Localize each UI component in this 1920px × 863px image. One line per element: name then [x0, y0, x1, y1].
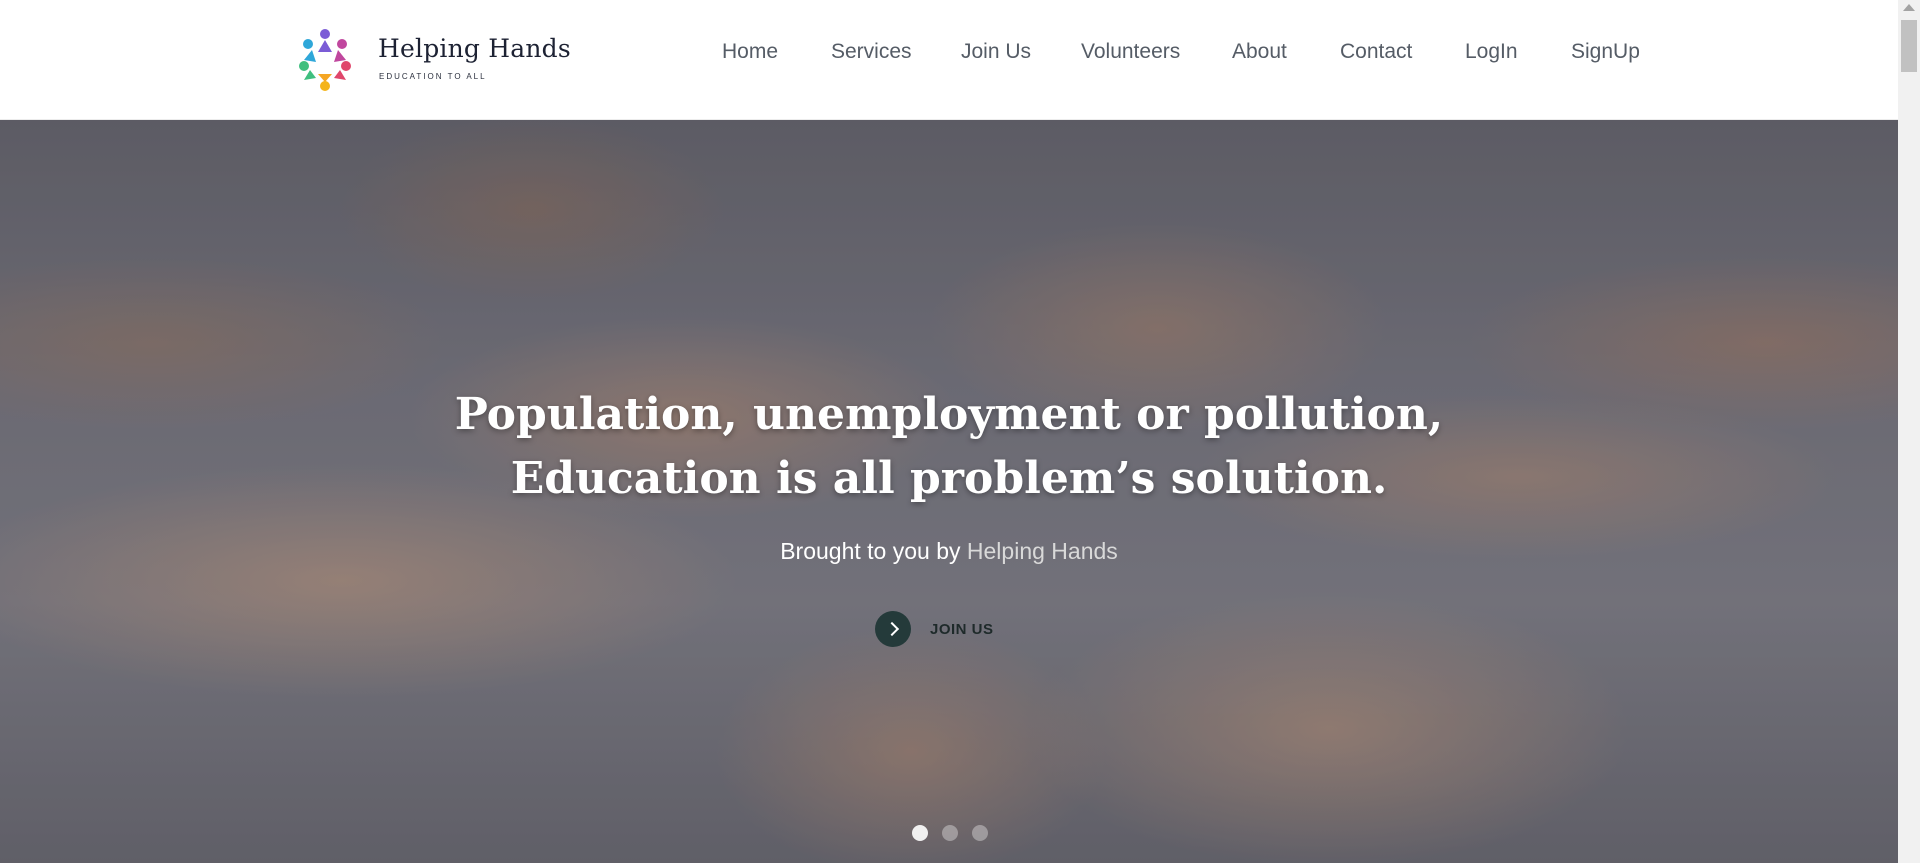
- hero-subtitle-prefix: Brought to you by: [780, 538, 961, 564]
- carousel-dot-1[interactable]: [912, 825, 928, 841]
- hero-title-line-2: Education is all problem’s solution.: [510, 453, 1388, 504]
- scroll-up-arrow-icon[interactable]: [1903, 4, 1915, 11]
- hero-subtitle: Brought to you by Helping Hands: [0, 538, 1898, 565]
- join-us-label[interactable]: JOIN US: [930, 621, 994, 638]
- hero-title-line-1: Population, unemployment or pollution,: [454, 389, 1444, 440]
- carousel-dot-3[interactable]: [972, 825, 988, 841]
- hero-title: Population, unemployment or pollution, E…: [0, 383, 1898, 511]
- hero-subtitle-brand: Helping Hands: [966, 538, 1118, 564]
- carousel-dot-2[interactable]: [942, 825, 958, 841]
- nav-volunteers[interactable]: Volunteers: [1081, 40, 1180, 64]
- site-header: Helping Hands EDUCATION TO ALL Home Serv…: [0, 0, 1898, 120]
- nav-login[interactable]: LogIn: [1465, 40, 1518, 64]
- nav-about[interactable]: About: [1232, 40, 1287, 64]
- page-scrollbar[interactable]: [1898, 0, 1920, 863]
- nav-home[interactable]: Home: [722, 40, 778, 64]
- nav-contact[interactable]: Contact: [1340, 40, 1412, 64]
- nav-services[interactable]: Services: [831, 40, 912, 64]
- nav-signup[interactable]: SignUp: [1571, 40, 1640, 64]
- brand-tagline: EDUCATION TO ALL: [379, 72, 487, 81]
- nav-join-us[interactable]: Join Us: [961, 40, 1031, 64]
- brand-name[interactable]: Helping Hands: [378, 34, 571, 63]
- hands-circle-logo-icon[interactable]: [294, 24, 356, 94]
- join-us-button[interactable]: [875, 611, 911, 647]
- scroll-thumb[interactable]: [1901, 20, 1917, 72]
- hero-carousel: Population, unemployment or pollution, E…: [0, 120, 1898, 863]
